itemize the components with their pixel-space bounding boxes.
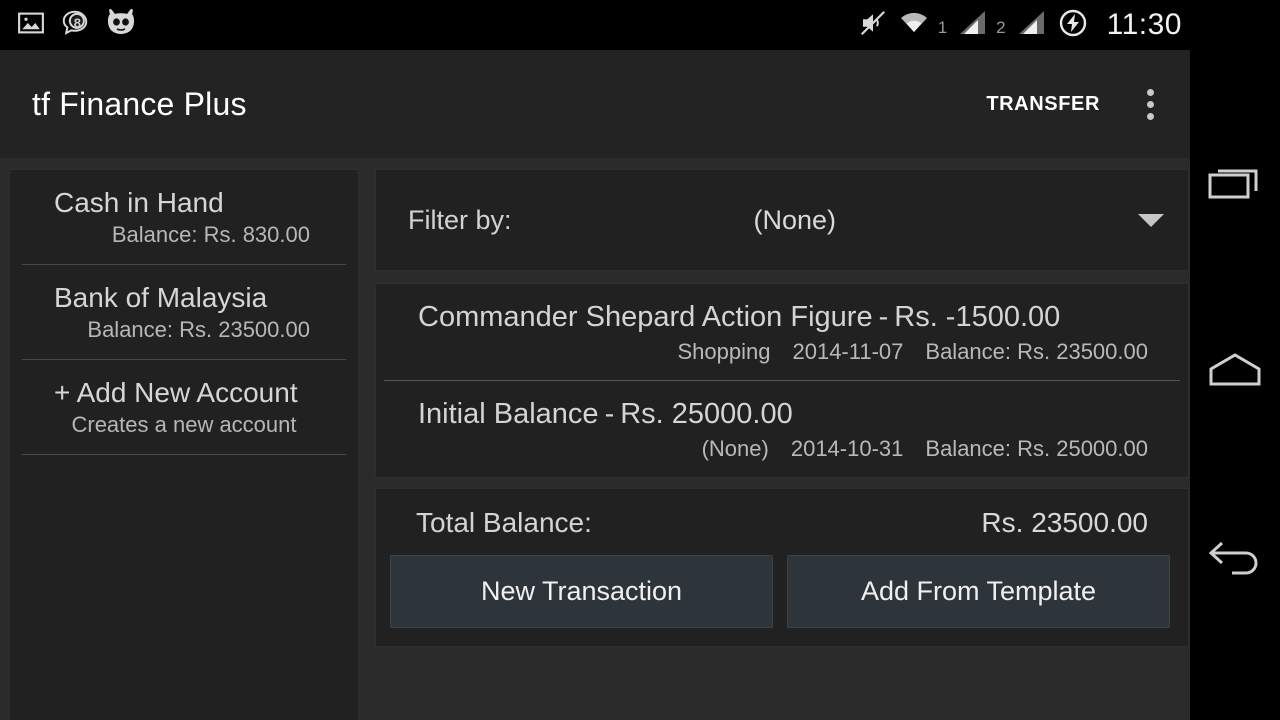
transactions-panel: Filter by: (None) Commander Shepard Acti… — [368, 170, 1190, 720]
app-window: tf Finance Plus TRANSFER Cash in Hand Ba… — [0, 50, 1190, 720]
overflow-menu-icon[interactable] — [1126, 72, 1174, 136]
home-icon — [1209, 353, 1261, 386]
transaction-meta-line: (None) 2014-10-31 Balance: Rs. 25000.00 — [392, 433, 1172, 465]
total-balance-row: Total Balance: Rs. 23500.00 — [376, 489, 1188, 551]
overflow-dot — [1146, 88, 1154, 96]
account-name: Bank of Malaysia — [54, 282, 268, 313]
list-divider — [22, 454, 346, 455]
add-new-account-label: + Add New Account — [54, 377, 298, 408]
sim-2-label: 2 — [996, 17, 1006, 37]
status-bar: 8 1 2 11:30 — [0, 0, 1190, 50]
transaction-meta-line: Shopping 2014-11-07 Balance: Rs. 23500.00 — [392, 336, 1172, 368]
system-navigation-bar — [1190, 0, 1280, 720]
status-bar-clock: 11:30 — [1106, 8, 1182, 41]
transaction-dash: - — [878, 301, 889, 333]
account-name: Cash in Hand — [54, 187, 224, 218]
status-bar-system-icons: 1 2 11:30 — [858, 7, 1182, 44]
device-screen: 8 1 2 11:30 tf Finance Plus TRANSFER Cas… — [0, 0, 1280, 720]
transactions-card: Commander Shepard Action Figure - Rs. -150… — [376, 284, 1188, 477]
chevron-down-icon[interactable] — [1138, 213, 1164, 227]
transaction-row[interactable]: Initial Balance - Rs. 25000.00 (None) 2014-… — [376, 381, 1188, 477]
filter-spinner[interactable]: Filter by: (None) — [376, 170, 1188, 270]
message-count-badge: 8 — [73, 15, 82, 31]
signal-2-icon — [1017, 9, 1047, 42]
transfer-button[interactable]: TRANSFER — [972, 83, 1114, 126]
totals-card: Total Balance: Rs. 23500.00 New Transact… — [376, 489, 1188, 646]
transaction-title: Initial Balance — [418, 398, 599, 430]
transaction-dash: - — [604, 398, 615, 430]
account-list-item[interactable]: Bank of Malaysia Balance: Rs. 23500.00 — [10, 265, 358, 359]
messaging-icon: 8 — [60, 8, 90, 43]
total-balance-value: Rs. 23500.00 — [981, 507, 1148, 538]
overflow-dot — [1146, 112, 1154, 120]
mute-icon — [858, 8, 888, 43]
back-icon — [1208, 541, 1258, 575]
account-list-item[interactable]: Cash in Hand Balance: Rs. 830.00 — [10, 170, 358, 264]
transaction-running-balance: Balance: Rs. 23500.00 — [925, 339, 1148, 364]
cyanogenmod-icon — [104, 8, 138, 43]
transaction-title: Commander Shepard Action Figure — [418, 301, 873, 333]
recents-button[interactable] — [1200, 148, 1270, 218]
transaction-running-balance: Balance: Rs. 25000.00 — [925, 436, 1148, 461]
transaction-amount: Rs. 25000.00 — [620, 398, 793, 430]
accounts-panel: Cash in Hand Balance: Rs. 830.00 Bank of… — [0, 170, 368, 720]
app-title: tf Finance Plus — [32, 85, 247, 122]
transaction-row[interactable]: Commander Shepard Action Figure - Rs. -150… — [376, 284, 1188, 380]
status-bar-notification-icons: 8 — [16, 8, 138, 43]
transaction-title-line: Commander Shepard Action Figure - Rs. -150… — [392, 298, 1172, 336]
home-button[interactable] — [1200, 335, 1270, 405]
new-transaction-button[interactable]: New Transaction — [390, 555, 773, 628]
content-area: Cash in Hand Balance: Rs. 830.00 Bank of… — [0, 158, 1190, 720]
wifi-icon — [898, 9, 930, 42]
back-button[interactable] — [1200, 522, 1270, 592]
account-balance: Balance: Rs. 23500.00 — [87, 317, 310, 342]
gallery-icon — [16, 8, 46, 43]
transaction-date: 2014-11-07 — [792, 339, 904, 364]
filter-label: Filter by: — [408, 204, 512, 235]
add-from-template-button[interactable]: Add From Template — [787, 555, 1170, 628]
account-balance: Balance: Rs. 830.00 — [111, 222, 310, 247]
add-new-account-subtitle: Creates a new account — [71, 412, 297, 437]
filter-selected-value: (None) — [753, 204, 837, 235]
overflow-dot — [1146, 100, 1154, 108]
recents-icon — [1208, 169, 1258, 199]
action-button-row: New Transaction Add From Template — [376, 551, 1188, 636]
sim-1-label: 1 — [937, 17, 948, 37]
transaction-date: 2014-10-31 — [790, 436, 904, 461]
action-bar: tf Finance Plus TRANSFER — [0, 50, 1190, 158]
transaction-title-line: Initial Balance - Rs. 25000.00 — [392, 395, 1172, 433]
total-balance-label: Total Balance: — [416, 507, 592, 538]
accounts-card: Cash in Hand Balance: Rs. 830.00 Bank of… — [10, 170, 358, 720]
charging-icon — [1057, 7, 1089, 44]
transaction-amount: Rs. -1500.00 — [894, 301, 1061, 333]
transaction-category: Shopping — [677, 339, 771, 364]
add-new-account-item[interactable]: + Add New Account Creates a new account — [10, 360, 358, 454]
transaction-category: (None) — [701, 436, 769, 461]
signal-1-icon — [958, 9, 988, 42]
